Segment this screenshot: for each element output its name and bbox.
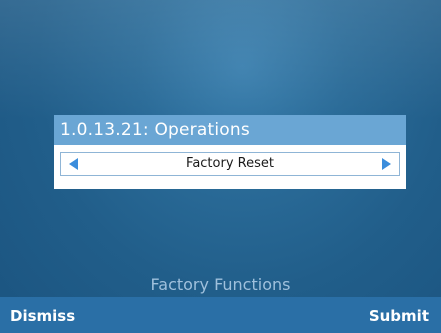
triangle-right-icon[interactable] bbox=[382, 158, 391, 170]
selector-value: Factory Reset bbox=[186, 156, 274, 171]
dialog-title: 1.0.13.21: Operations bbox=[54, 115, 406, 145]
dialog-body: Factory Reset bbox=[54, 145, 406, 189]
softkey-bar: Dismiss Submit bbox=[0, 297, 441, 333]
operations-dialog: 1.0.13.21: Operations Factory Reset bbox=[54, 115, 406, 189]
dismiss-button[interactable]: Dismiss bbox=[10, 297, 75, 333]
operation-selector[interactable]: Factory Reset bbox=[60, 152, 400, 176]
submit-button[interactable]: Submit bbox=[369, 297, 429, 333]
menu-title: Factory Functions bbox=[150, 275, 291, 294]
phone-screen: 1.0.13.21: Operations Factory Reset Fact… bbox=[0, 0, 441, 333]
background-sheen bbox=[0, 0, 441, 120]
